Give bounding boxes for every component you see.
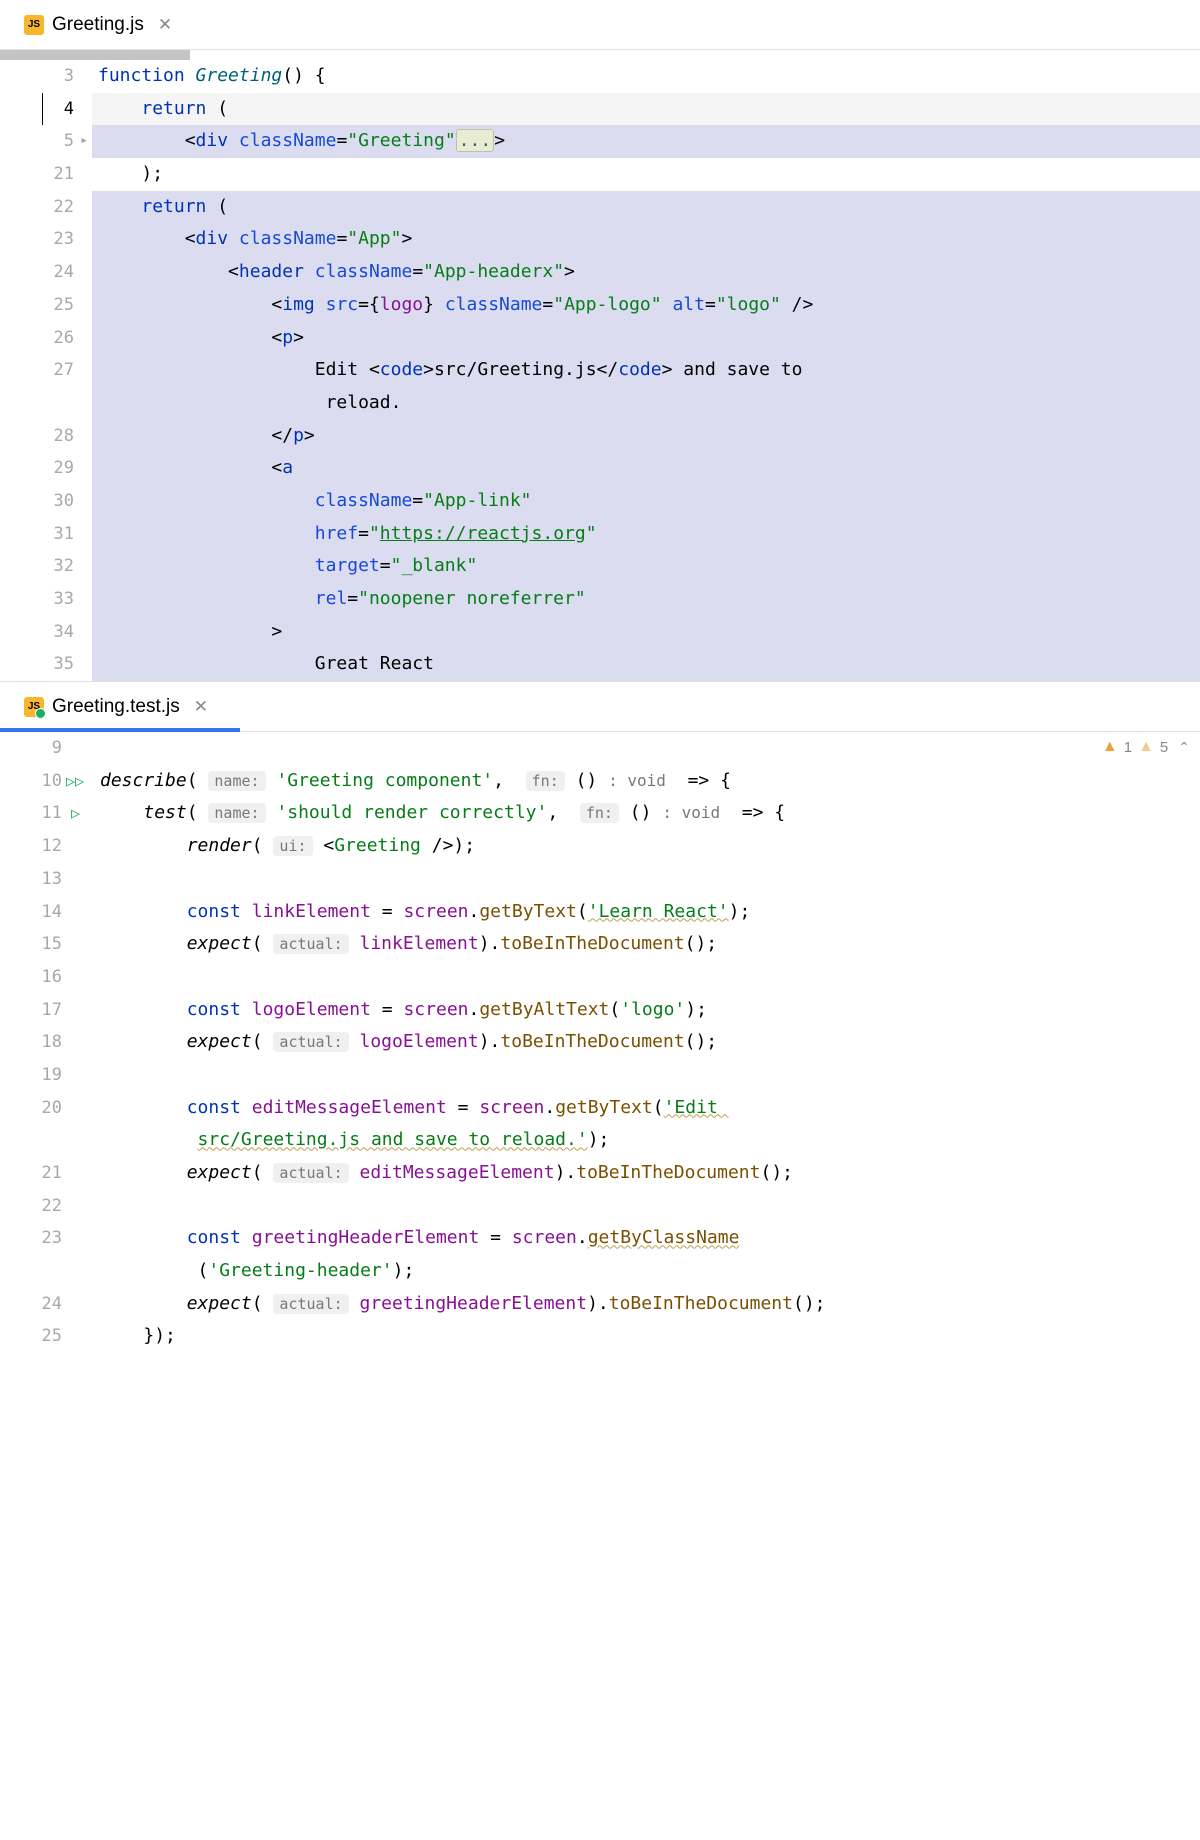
line-number: 25 <box>0 289 74 322</box>
line-number: 30 <box>0 485 74 518</box>
code-editor[interactable]: 3 4 5▸ 21 22 23 24 25 26 27 28 29 30 31 … <box>0 60 1200 681</box>
line-number: 10▷▷ <box>0 765 62 798</box>
file-tab-greeting-test[interactable]: JS Greeting.test.js ✕ <box>10 682 222 731</box>
file-tab-greeting[interactable]: JS Greeting.js ✕ <box>10 0 186 49</box>
line-number: 29 <box>0 452 74 485</box>
line-number: 34 <box>0 616 74 649</box>
horizontal-scrollbar[interactable] <box>0 50 1200 60</box>
line-number: 28 <box>0 420 74 453</box>
line-number: 17 <box>0 994 62 1027</box>
folded-region[interactable]: ... <box>456 129 495 152</box>
line-number: 26 <box>0 322 74 355</box>
run-test-icon[interactable]: ▷ <box>71 797 80 830</box>
line-number: 11▷ <box>0 797 62 830</box>
tab-bar: JS Greeting.js ✕ <box>0 0 1200 50</box>
line-number: 24 <box>0 256 74 289</box>
line-number: 5▸ <box>0 125 74 158</box>
line-number: 20 <box>0 1092 62 1125</box>
line-number: 9 <box>0 732 62 765</box>
code-area[interactable]: function Greeting() { return ( <div clas… <box>92 60 1200 681</box>
line-number: 13 <box>0 863 62 896</box>
line-number: 22 <box>0 191 74 224</box>
editor-pane-bottom: JS Greeting.test.js ✕ ▲1 ▲5 ⌃ 9 10▷▷ 11▷… <box>0 681 1200 1353</box>
line-number: 33 <box>0 583 74 616</box>
editor-pane-top: JS Greeting.js ✕ 3 4 5▸ 21 22 23 24 25 2… <box>0 0 1200 681</box>
line-number: 21 <box>0 158 74 191</box>
line-number: 15 <box>0 928 62 961</box>
line-number: 16 <box>0 961 62 994</box>
line-number: 23 <box>0 223 74 256</box>
fold-toggle-icon[interactable]: ▸ <box>80 125 88 158</box>
line-number: 25 <box>0 1320 62 1353</box>
close-tab-icon[interactable]: ✕ <box>158 15 172 35</box>
code-editor[interactable]: ▲1 ▲5 ⌃ 9 10▷▷ 11▷ 12 13 14 15 16 17 18 … <box>0 732 1200 1353</box>
code-area[interactable]: describe( name: 'Greeting component', fn… <box>80 732 1200 1353</box>
line-number: 35 <box>0 648 74 681</box>
js-file-icon: JS <box>24 15 44 35</box>
line-number: 21 <box>0 1157 62 1190</box>
close-tab-icon[interactable]: ✕ <box>194 697 208 717</box>
line-number: 18 <box>0 1026 62 1059</box>
line-number <box>0 387 74 420</box>
line-number <box>0 1124 62 1157</box>
line-number: 22 <box>0 1190 62 1223</box>
line-number: 14 <box>0 896 62 929</box>
line-number: 24 <box>0 1288 62 1321</box>
line-gutter: 9 10▷▷ 11▷ 12 13 14 15 16 17 18 19 20 21… <box>0 732 80 1353</box>
line-number: 19 <box>0 1059 62 1092</box>
tab-filename: Greeting.js <box>52 14 144 36</box>
js-test-file-icon: JS <box>24 697 44 717</box>
tab-filename: Greeting.test.js <box>52 696 180 718</box>
line-number: 23 <box>0 1222 62 1255</box>
line-number <box>0 1255 62 1288</box>
line-number: 4 <box>0 93 74 126</box>
line-number: 32 <box>0 550 74 583</box>
line-number: 12 <box>0 830 62 863</box>
line-gutter: 3 4 5▸ 21 22 23 24 25 26 27 28 29 30 31 … <box>0 60 92 681</box>
scrollbar-thumb[interactable] <box>0 50 190 60</box>
line-number: 3 <box>0 60 74 93</box>
line-number: 31 <box>0 518 74 551</box>
line-number: 27 <box>0 354 74 387</box>
tab-bar: JS Greeting.test.js ✕ <box>0 682 1200 732</box>
